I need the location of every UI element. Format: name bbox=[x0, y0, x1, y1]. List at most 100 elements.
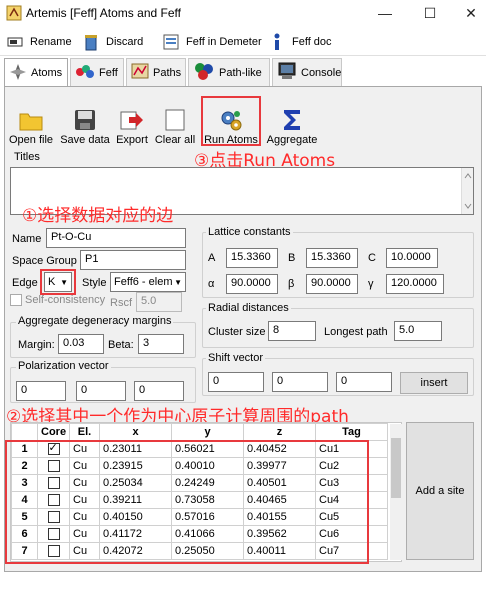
feff-icon bbox=[162, 33, 180, 51]
lattice-b-field[interactable]: 15.3360 bbox=[306, 248, 358, 268]
polarization-z-field[interactable]: 0 bbox=[134, 381, 184, 401]
menu-bar: Rename Discard Feff in Demeter Feff doc bbox=[0, 28, 486, 56]
discard-button[interactable]: Discard bbox=[82, 32, 143, 52]
feff-doc-button[interactable]: Feff doc bbox=[268, 32, 332, 52]
tab-feff[interactable]: Feff bbox=[70, 58, 124, 86]
longest-path-label: Longest path bbox=[324, 326, 388, 338]
lattice-gamma-label: γ bbox=[368, 278, 374, 290]
edge-label: Edge bbox=[12, 277, 38, 289]
self-consistency-checkbox[interactable]: Self-consistency bbox=[10, 294, 105, 306]
column-header[interactable]: z bbox=[243, 423, 316, 441]
tab-paths[interactable]: Paths bbox=[126, 58, 186, 86]
rename-icon bbox=[6, 33, 24, 51]
rename-button[interactable]: Rename bbox=[6, 32, 72, 52]
space-group-label: Space Group bbox=[12, 255, 77, 267]
run-atoms-highlight bbox=[201, 96, 261, 146]
lattice-a-field[interactable]: 15.3360 bbox=[226, 248, 278, 268]
save-data-button[interactable]: Save data bbox=[60, 100, 110, 146]
margin-label: Margin: bbox=[18, 339, 55, 351]
export-icon bbox=[120, 108, 144, 132]
trash-icon bbox=[82, 33, 100, 51]
rscf-label: Rscf bbox=[110, 297, 132, 309]
save-data-label: Save data bbox=[60, 134, 110, 146]
insert-button[interactable]: insert bbox=[400, 372, 468, 394]
lattice-label: Lattice constants bbox=[206, 226, 293, 238]
cluster-size-field[interactable]: 8 bbox=[268, 321, 316, 341]
polarization-x-field[interactable]: 0 bbox=[16, 381, 66, 401]
lattice-c-field[interactable]: 10.0000 bbox=[386, 248, 438, 268]
paths-icon bbox=[131, 62, 149, 83]
self-consistency-label: Self-consistency bbox=[25, 294, 106, 306]
cluster-size-label: Cluster size bbox=[208, 326, 266, 338]
clear-all-button[interactable]: Clear all bbox=[154, 100, 196, 146]
scrollbar-thumb[interactable] bbox=[391, 438, 401, 498]
tab-atoms-label: Atoms bbox=[31, 67, 63, 79]
margin-field[interactable]: 0.03 bbox=[58, 334, 104, 354]
app-icon bbox=[6, 5, 22, 21]
shift-y-field[interactable]: 0 bbox=[272, 372, 328, 392]
column-header[interactable]: y bbox=[171, 423, 244, 441]
clear-all-label: Clear all bbox=[154, 134, 196, 146]
lattice-beta-field[interactable]: 90.0000 bbox=[306, 274, 358, 294]
aggregate-button[interactable]: Aggregate bbox=[264, 100, 320, 146]
style-label: Style bbox=[82, 277, 107, 289]
lattice-a-label: A bbox=[208, 252, 216, 264]
column-header[interactable]: Tag bbox=[315, 423, 388, 441]
titles-label: Titles bbox=[12, 151, 42, 163]
edge-highlight bbox=[40, 269, 76, 295]
blank-page-icon bbox=[163, 108, 187, 132]
checkbox-icon bbox=[10, 294, 22, 306]
tab-console[interactable]: Console bbox=[272, 58, 342, 86]
tab-console-label: Console bbox=[301, 66, 342, 79]
add-a-site-button[interactable]: Add a site bbox=[406, 422, 474, 560]
tab-feff-label: Feff bbox=[99, 66, 118, 79]
table-highlight bbox=[5, 440, 369, 564]
annotation-step-1: ①选择数据对应的边 bbox=[22, 206, 174, 226]
discard-label: Discard bbox=[106, 36, 144, 48]
feff-doc-label: Feff doc bbox=[292, 36, 332, 48]
tab-path-like-label: Path-like bbox=[219, 66, 262, 79]
sigma-icon bbox=[280, 108, 304, 132]
radial-label: Radial distances bbox=[206, 302, 291, 314]
longest-path-field[interactable]: 5.0 bbox=[394, 321, 442, 341]
space-group-field[interactable]: P1 bbox=[80, 250, 186, 270]
beta-field[interactable]: 3 bbox=[138, 334, 184, 354]
name-label: Name bbox=[12, 233, 42, 245]
minimize-button[interactable]: — bbox=[370, 2, 400, 24]
style-select[interactable]: Feff6 - elem ▼ bbox=[110, 272, 186, 292]
save-icon bbox=[73, 108, 97, 132]
title-bar: Artemis [Feff] Atoms and Feff — ☐ ✕ bbox=[0, 0, 486, 26]
export-label: Export bbox=[116, 134, 148, 146]
shift-x-field[interactable]: 0 bbox=[208, 372, 264, 392]
shift-z-field[interactable]: 0 bbox=[336, 372, 392, 392]
tab-path-like[interactable]: Path-like bbox=[188, 58, 270, 86]
feff-in-demeter-label: Feff in Demeter bbox=[186, 36, 262, 48]
shift-label: Shift vector bbox=[206, 352, 266, 364]
lattice-alpha-field[interactable]: 90.0000 bbox=[226, 274, 278, 294]
info-icon bbox=[268, 33, 286, 51]
atoms-icon bbox=[9, 63, 27, 84]
lattice-alpha-label: α bbox=[208, 278, 215, 290]
maximize-button[interactable]: ☐ bbox=[415, 2, 445, 24]
table-scrollbar[interactable] bbox=[390, 424, 402, 560]
lattice-b-label: B bbox=[288, 252, 296, 264]
open-file-label: Open file bbox=[8, 134, 54, 146]
export-button[interactable]: Export bbox=[114, 100, 150, 146]
name-field[interactable]: Pt-O-Cu bbox=[46, 228, 186, 248]
column-header[interactable]: x bbox=[99, 423, 172, 441]
open-file-button[interactable]: Open file bbox=[8, 100, 54, 146]
lattice-gamma-field[interactable]: 120.0000 bbox=[386, 274, 444, 294]
tab-atoms[interactable]: Atoms bbox=[4, 58, 68, 87]
column-header[interactable]: Core bbox=[37, 423, 70, 441]
close-button[interactable]: ✕ bbox=[456, 2, 486, 24]
feff-in-demeter-button[interactable]: Feff in Demeter bbox=[162, 32, 262, 52]
polarization-y-field[interactable]: 0 bbox=[76, 381, 126, 401]
pathlike-icon bbox=[193, 61, 215, 84]
style-value: Feff6 - elem bbox=[114, 276, 173, 288]
rename-label: Rename bbox=[30, 36, 72, 48]
console-icon bbox=[277, 62, 297, 83]
aggregate-label: Aggregate bbox=[266, 134, 318, 146]
rscf-field[interactable]: 5.0 bbox=[136, 292, 182, 312]
column-header[interactable]: El. bbox=[69, 423, 100, 441]
titles-scrollbar[interactable] bbox=[461, 168, 473, 214]
